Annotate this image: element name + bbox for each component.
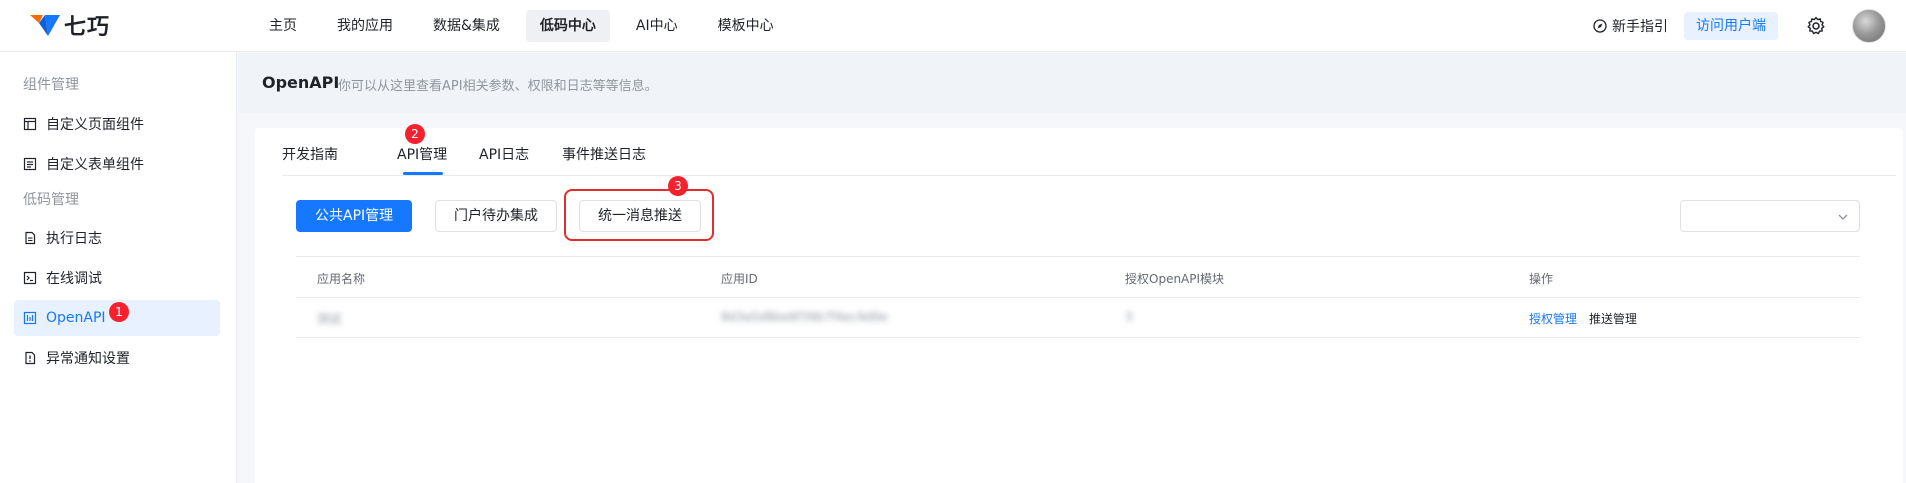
table-row: 测试 8d3a5d8be6f39b7f4ec9d0e 3 授权管理 推送管理 xyxy=(296,298,1860,338)
form-icon xyxy=(23,157,37,171)
terminal-icon xyxy=(23,271,37,285)
document-icon xyxy=(25,231,36,245)
column-app-id: 应用ID xyxy=(721,272,758,286)
cell-app-id: 8d3a5d8be6f39b7f4ec9d0e xyxy=(721,310,888,324)
content-card: 开发指南 API管理 API日志 事件推送日志 公共API管理 门户待办集成 统… xyxy=(255,128,1903,483)
annotation-badge-1: 1 xyxy=(109,302,129,322)
user-avatar[interactable] xyxy=(1852,9,1886,43)
tab-api-management[interactable]: API管理 xyxy=(397,144,447,164)
main-nav: 主页 我的应用 数据&集成 低码中心 AI中心 模板中心 xyxy=(255,10,800,42)
highlight-box xyxy=(564,189,714,241)
sidebar-item-label: 自定义页面组件 xyxy=(46,117,144,133)
visit-user-portal-button[interactable]: 访问用户端 xyxy=(1684,12,1778,40)
table-header: 应用名称 应用ID 授权OpenAPI模块 操作 xyxy=(296,256,1860,298)
app-table: 应用名称 应用ID 授权OpenAPI模块 操作 测试 8d3a5d8be6f3… xyxy=(296,256,1860,338)
authorize-management-link[interactable]: 授权管理 xyxy=(1529,310,1577,327)
sidebar: 组件管理 自定义页面组件 自定义表单组件 低码管理 执行日志 在线调试 Open… xyxy=(0,52,237,483)
app-filter-select[interactable] xyxy=(1680,200,1860,232)
sidebar-item-label: OpenAPI xyxy=(46,310,106,326)
api-icon xyxy=(23,311,37,325)
cell-app-name: 测试 xyxy=(317,312,342,326)
tab-api-log[interactable]: API日志 xyxy=(479,144,529,164)
settings-gear-icon[interactable] xyxy=(1806,16,1826,36)
page-title: OpenAPI xyxy=(262,73,340,92)
sidebar-group-component: 组件管理 xyxy=(23,77,79,93)
nav-ai-center[interactable]: AI中心 xyxy=(622,10,692,42)
sidebar-item-custom-page-component[interactable]: 自定义页面组件 xyxy=(14,106,220,142)
logo-text: 七巧 xyxy=(64,15,111,40)
cell-modules: 3 xyxy=(1125,310,1133,324)
page-description: 你可以从这里查看API相关参数、权限和日志等等信息。 xyxy=(338,79,658,94)
sidebar-item-label: 在线调试 xyxy=(46,271,102,287)
sidebar-item-custom-form-component[interactable]: 自定义表单组件 xyxy=(14,146,220,182)
logo-icon xyxy=(30,15,60,36)
push-management-link[interactable]: 推送管理 xyxy=(1589,310,1637,327)
top-navigation-bar: 七巧 主页 我的应用 数据&集成 低码中心 AI中心 模板中心 新手指引 访问用… xyxy=(0,0,1906,52)
active-tab-indicator xyxy=(403,172,443,175)
column-openapi-modules: 授权OpenAPI模块 xyxy=(1125,272,1225,286)
layout-icon xyxy=(23,117,37,131)
column-actions: 操作 xyxy=(1529,272,1554,286)
guide-label: 新手指引 xyxy=(1612,19,1668,35)
nav-data-integration[interactable]: 数据&集成 xyxy=(419,10,514,42)
sidebar-item-label: 执行日志 xyxy=(46,231,102,247)
sidebar-item-label: 异常通知设置 xyxy=(46,351,130,367)
tab-bar: 开发指南 API管理 API日志 事件推送日志 xyxy=(282,128,1896,176)
nav-template-center[interactable]: 模板中心 xyxy=(704,10,788,42)
column-app-name: 应用名称 xyxy=(317,272,366,286)
annotation-badge-3: 3 xyxy=(668,176,688,196)
logo[interactable]: 七巧 xyxy=(28,10,110,40)
public-api-management-button[interactable]: 公共API管理 xyxy=(296,200,413,232)
nav-lowcode-center[interactable]: 低码中心 xyxy=(525,10,610,42)
tab-dev-guide[interactable]: 开发指南 xyxy=(282,144,338,164)
nav-my-apps[interactable]: 我的应用 xyxy=(323,10,407,42)
sidebar-group-lowcode: 低码管理 xyxy=(23,192,79,208)
page-header: OpenAPI 你可以从这里查看API相关参数、权限和日志等等信息。 xyxy=(238,53,1906,113)
chevron-down-icon xyxy=(1838,214,1848,220)
sidebar-item-label: 自定义表单组件 xyxy=(46,157,144,173)
annotation-badge-2: 2 xyxy=(405,124,425,144)
nav-home[interactable]: 主页 xyxy=(255,10,311,42)
alert-icon xyxy=(25,351,36,365)
portal-todo-integration-button[interactable]: 门户待办集成 xyxy=(435,200,557,232)
sidebar-item-exception-notification[interactable]: 异常通知设置 xyxy=(14,340,220,376)
compass-icon xyxy=(1593,19,1607,33)
sidebar-item-execution-log[interactable]: 执行日志 xyxy=(14,220,220,256)
tab-event-push-log[interactable]: 事件推送日志 xyxy=(562,144,646,164)
sidebar-item-online-debug[interactable]: 在线调试 xyxy=(14,260,220,296)
guide-link[interactable]: 新手指引 xyxy=(1593,16,1668,36)
